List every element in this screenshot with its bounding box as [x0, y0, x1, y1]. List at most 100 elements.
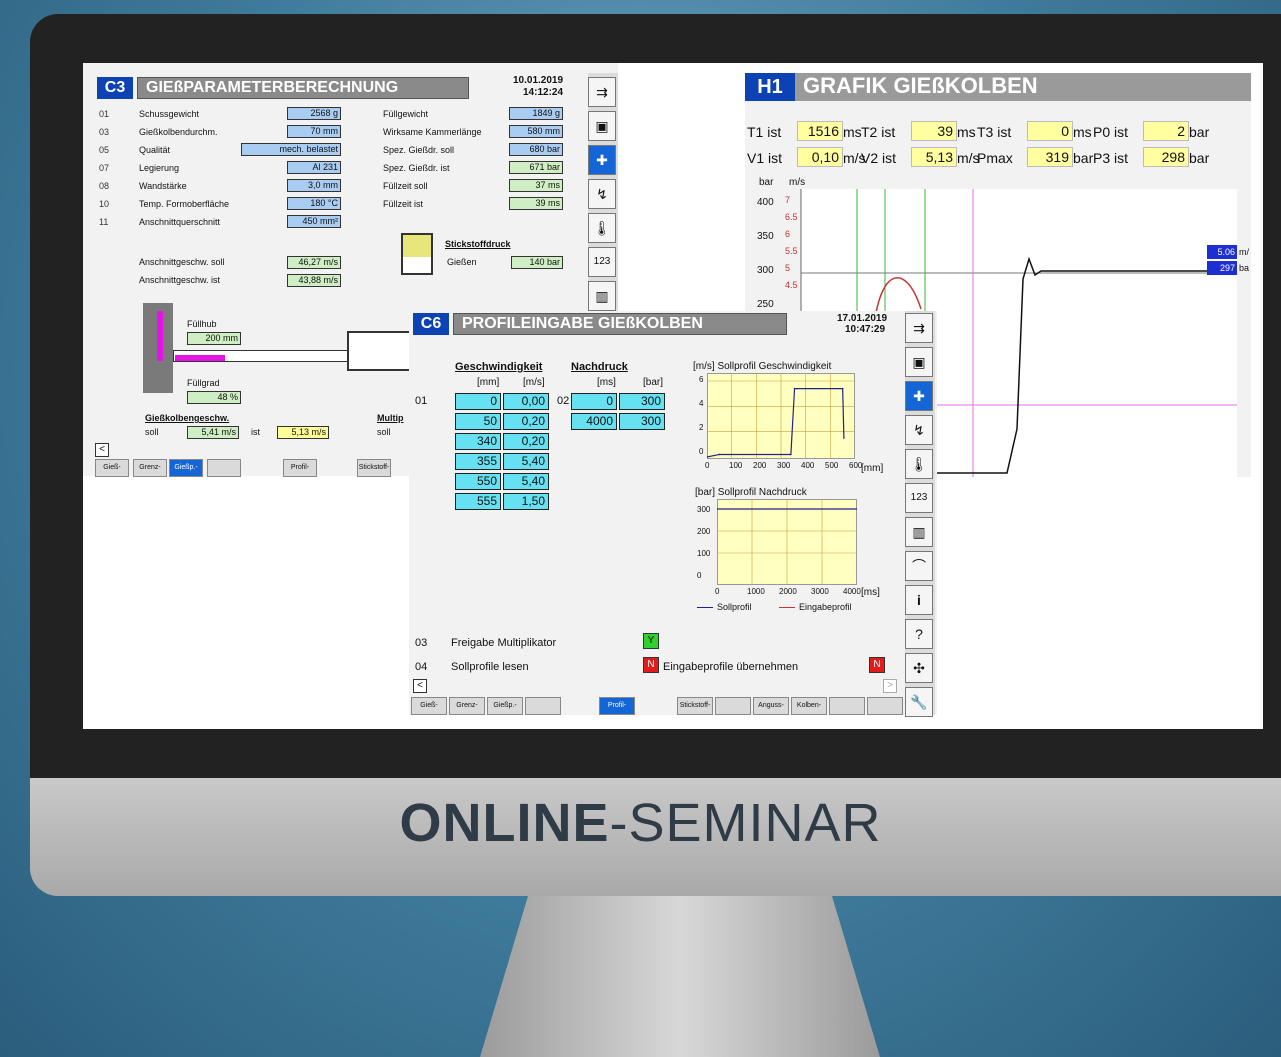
c3-right-field: 37 ms [509, 179, 563, 192]
col-mm: [mm] [477, 377, 500, 388]
c3-row-label: Schussgewicht [139, 109, 200, 119]
sidebar-machine-icon[interactable]: ⇉ [905, 313, 933, 343]
c3-right-label: Füllzeit ist [383, 199, 424, 209]
geschw-mm-field[interactable]: 50 [455, 413, 501, 430]
ansch-soll-field[interactable]: 46,27 m/s [287, 256, 341, 269]
opt04-toggle[interactable]: N [643, 657, 659, 673]
sidebar-plus-icon[interactable]: ✚ [905, 381, 933, 411]
geschw-ms-field[interactable]: 1,50 [503, 493, 549, 510]
opt03-toggle[interactable]: Y [643, 633, 659, 649]
geschw-mm-field[interactable]: 0 [455, 393, 501, 410]
c3-row-field[interactable]: 70 mm [287, 125, 341, 138]
c3-row-nr: 05 [99, 145, 110, 155]
opt04-nr: 04 [415, 661, 428, 673]
sidebar-temp-icon[interactable]: 🌡 [905, 449, 933, 479]
c3-tab[interactable]: Gieß- [95, 459, 129, 477]
c3-row-field[interactable]: 2568 g [287, 107, 341, 120]
sidebar-move-icon[interactable]: ✣ [905, 653, 933, 683]
c3-scroll-left[interactable]: < [95, 443, 109, 457]
nach-ms-field[interactable]: 4000 [571, 413, 617, 430]
c3-row-field[interactable]: Al 231 [287, 161, 341, 174]
c3-row-field[interactable]: 180 °C [287, 197, 341, 210]
sidebar-tool-icon[interactable]: ↯ [905, 415, 933, 445]
chart2-x-tick: 3000 [811, 587, 829, 596]
sidebar-counter-icon[interactable]: 123 [588, 247, 616, 277]
geschw-ms-field[interactable]: 5,40 [503, 473, 549, 490]
c6-scroll-right[interactable]: > [883, 679, 897, 693]
sidebar-counter-icon[interactable]: 123 [905, 483, 933, 513]
nach-bar-field[interactable]: 300 [619, 393, 665, 410]
nach-ms-field[interactable]: 0 [571, 393, 617, 410]
h1-ms-tick: 4.5 [785, 280, 798, 290]
c3-tab[interactable]: Stickstoff- [357, 459, 391, 477]
kolben-soll-field: 5,41 m/s [187, 426, 239, 439]
geschw-mm-field[interactable]: 340 [455, 433, 501, 450]
geschw-mm-field[interactable]: 555 [455, 493, 501, 510]
c6-tab[interactable]: Kolben- [791, 697, 827, 715]
geschw-ms-field[interactable]: 0,20 [503, 433, 549, 450]
c6-tab[interactable] [867, 697, 903, 715]
c6-tab[interactable]: Grenz- [449, 697, 485, 715]
sidebar-wrench-icon[interactable]: 🔧 [905, 687, 933, 717]
h1-cursor-p-unit: ba [1239, 263, 1250, 273]
c3-right-field: 39 ms [509, 197, 563, 210]
chart1-y-tick: 0 [699, 447, 704, 456]
c3-row-label: Legierung [139, 163, 180, 173]
c6-tab[interactable]: Anguss- [753, 697, 789, 715]
c6-tab[interactable]: Gieß- [411, 697, 447, 715]
chart1-xunit: [mm] [861, 463, 884, 474]
legend-eingabe: Eingabeprofil [799, 602, 852, 612]
c3-row-nr: 07 [99, 163, 110, 173]
c6-tab[interactable]: Gießp.- [487, 697, 523, 715]
geschw-mm-field[interactable]: 550 [455, 473, 501, 490]
c6-tab[interactable]: Profil- [599, 697, 635, 715]
c3-row-field[interactable]: mech. belastet [241, 143, 341, 156]
c3-right-label: Spez. Gießdr. ist [383, 163, 450, 173]
c6-tab[interactable] [715, 697, 751, 715]
c6-tab[interactable]: Stickstoff- [677, 697, 713, 715]
sidebar-mould-icon[interactable]: ▣ [905, 347, 933, 377]
chart2-xunit: [ms] [861, 587, 880, 598]
c6-tab[interactable] [829, 697, 865, 715]
c3-tab[interactable]: Gießp.- [169, 459, 203, 477]
stickstoff-title: Stickstoffdruck [445, 239, 511, 249]
chart2-x-tick: 0 [715, 587, 720, 596]
c3-row-field[interactable]: 3,0 mm [287, 179, 341, 192]
c3-tab[interactable] [207, 459, 241, 477]
sidebar-help-icon[interactable]: ? [905, 619, 933, 649]
geschw-ms-field[interactable]: 0,20 [503, 413, 549, 430]
c3-row-field[interactable]: 450 mm² [287, 215, 341, 228]
stickstoff-field[interactable]: 140 bar [511, 256, 563, 269]
sidebar-temp-icon[interactable]: 🌡 [588, 213, 616, 243]
h1-value-label: V2 ist [861, 150, 897, 166]
geschw-ms-field[interactable]: 5,40 [503, 453, 549, 470]
c3-tab[interactable]: Profil- [283, 459, 317, 477]
geschw-mm-field[interactable]: 355 [455, 453, 501, 470]
sidebar-mould-icon[interactable]: ▣ [588, 111, 616, 141]
chart1-x-tick: 100 [729, 461, 743, 470]
sidebar-curve-icon[interactable]: ⌒ [905, 551, 933, 581]
sidebar-tool-icon[interactable]: ↯ [588, 179, 616, 209]
h1-ms-tick: 5.5 [785, 246, 798, 256]
geschw-ms-field[interactable]: 0,00 [503, 393, 549, 410]
sidebar-machine-icon[interactable]: ⇉ [588, 77, 616, 107]
h1-value-field: 1516 [797, 121, 843, 141]
h1-ms-tick: 6 [785, 229, 791, 239]
c3-row-nr: 11 [99, 217, 109, 227]
uebern-toggle[interactable]: N [869, 657, 885, 673]
c6-scroll-left[interactable]: < [413, 679, 427, 693]
c6-time: 10:47:29 [845, 324, 886, 335]
nach-bar-field[interactable]: 300 [619, 413, 665, 430]
sidebar-info-icon[interactable]: i [905, 585, 933, 615]
sidebar-bars-icon[interactable]: ▥ [588, 281, 616, 311]
c3-tab[interactable]: Grenz- [133, 459, 167, 477]
sidebar-plus-icon[interactable]: ✚ [588, 145, 616, 175]
chart2-x-tick: 2000 [779, 587, 797, 596]
h1-value-label: P3 ist [1093, 150, 1129, 166]
sidebar-bars-icon[interactable]: ▥ [905, 517, 933, 547]
c6-tab[interactable] [525, 697, 561, 715]
chart2-x-tick: 4000 [843, 587, 861, 596]
fuellgrad-label: Füllgrad [187, 378, 220, 388]
ansch-ist-label: Anschnittgeschw. ist [139, 275, 221, 285]
chart2-y-tick: 300 [697, 505, 711, 514]
